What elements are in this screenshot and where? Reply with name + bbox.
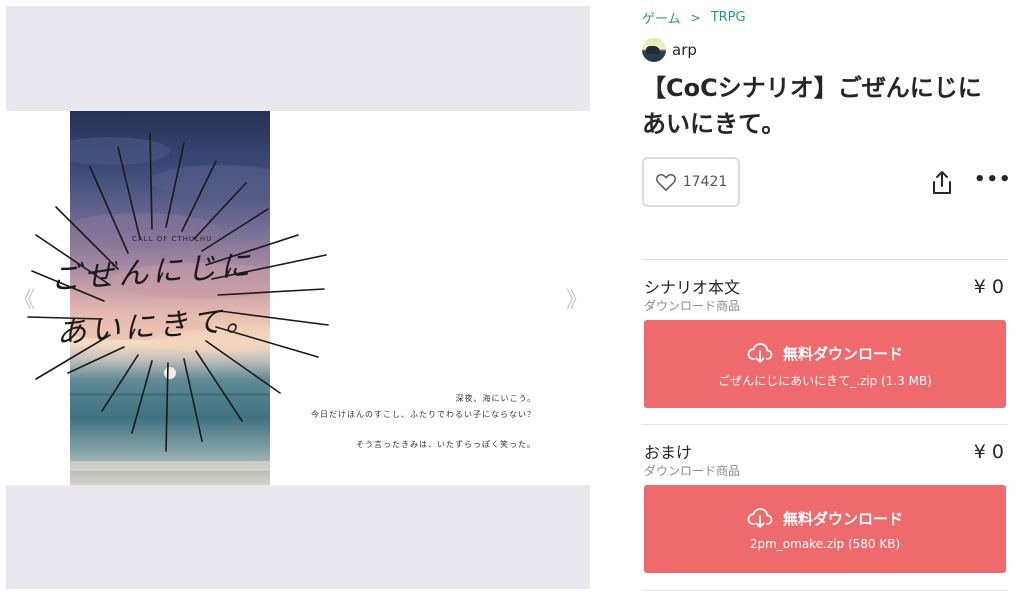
item-scenario: シナリオ本文 ダウンロード商品 ¥ 0 無料ダウンロード ごぜんにじにあいにきて…	[642, 259, 1008, 423]
download-button-label: 無料ダウンロード	[782, 509, 903, 528]
image-viewer: CALL OF CTHULHU ごぜんにじに あいにきて。 深夜、海にいこう。 …	[6, 6, 590, 589]
item-name: おまけ	[644, 443, 693, 462]
item-type: ダウンロード商品	[644, 299, 741, 313]
item-name: シナリオ本文	[644, 278, 741, 297]
download-button-label: 無料ダウンロード	[782, 344, 903, 363]
chevron-right-icon: >	[690, 10, 701, 25]
download-label-row: 無料ダウンロード	[644, 342, 1006, 364]
cover-subtitle: CALL OF CTHULHU	[132, 235, 213, 243]
next-image-button[interactable]: 》	[566, 289, 588, 313]
title-line1: 【CoCシナリオ】ごぜんにじに	[642, 74, 982, 102]
free-download-button[interactable]: 無料ダウンロード 2pm_omake.zip (580 KB)	[644, 485, 1006, 573]
cover-caption-line1: 深夜、海にいこう。	[455, 394, 536, 403]
title-line2: あいにきて。	[642, 110, 786, 138]
breadcrumb-subcategory-link[interactable]: TRPG	[711, 10, 746, 25]
download-label-row: 無料ダウンロード	[644, 507, 1006, 529]
free-download-button[interactable]: 無料ダウンロード ごぜんにじにあいにきて_.zip (1.3 MB)	[644, 320, 1006, 408]
shop-name[interactable]: arp	[672, 41, 697, 59]
download-file-name: 2pm_omake.zip (580 KB)	[749, 537, 901, 551]
shop-avatar-icon	[642, 38, 666, 62]
shop-link[interactable]: arp	[642, 38, 697, 62]
item-price: ¥ 0	[973, 276, 1004, 298]
like-button[interactable]: 17421	[642, 157, 740, 207]
heart-icon	[655, 174, 676, 191]
divider	[642, 590, 1008, 591]
share-icon[interactable]	[930, 170, 954, 196]
cover-caption-line2: 今日だけほんのすこし、ふたりでわるい子にならない？	[311, 410, 536, 419]
download-file-name: ごぜんにじにあいにきて_.zip (1.3 MB)	[718, 374, 932, 388]
cloud-download-icon	[747, 343, 773, 363]
prev-image-button[interactable]: 《	[13, 289, 35, 313]
product-image[interactable]: CALL OF CTHULHU ごぜんにじに あいにきて。 深夜、海にいこう。 …	[6, 111, 590, 485]
breadcrumb: ゲーム > TRPG	[642, 8, 746, 27]
item-type: ダウンロード商品	[644, 464, 741, 478]
item-bonus: おまけ ダウンロード商品 ¥ 0 無料ダウンロード 2pm_omake.zip …	[642, 424, 1008, 590]
cloud-download-icon	[747, 508, 773, 528]
cover-caption-line3: そう言ったきみは、いたずらっぽく笑った。	[356, 440, 536, 449]
product-panel: ゲーム > TRPG arp 【CoCシナリオ】ごぜんにじに あいにきて。 17…	[642, 0, 1012, 595]
breadcrumb-category-link[interactable]: ゲーム	[642, 8, 681, 27]
more-options-button[interactable]: •••	[974, 171, 1012, 189]
item-price: ¥ 0	[973, 441, 1004, 463]
like-count: 17421	[682, 174, 728, 190]
page-title: 【CoCシナリオ】ごぜんにじに あいにきて。	[642, 70, 1010, 142]
